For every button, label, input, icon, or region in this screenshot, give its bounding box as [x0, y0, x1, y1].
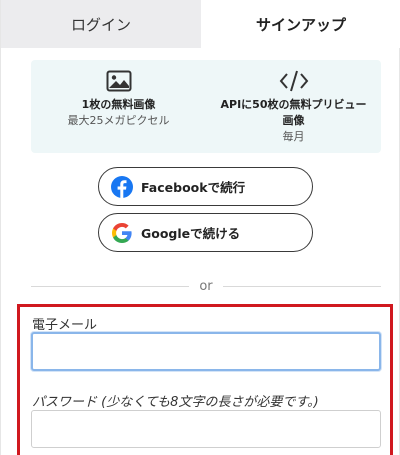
email-label: 電子メール	[32, 318, 98, 333]
google-continue-button[interactable]: Googleで続ける	[98, 213, 313, 252]
facebook-button-label: Facebookで続行	[141, 180, 246, 195]
facebook-icon	[111, 175, 133, 198]
password-label: パスワード (少なくても8文字の長さが必要です。)	[32, 395, 319, 410]
feature-subtitle: 毎月	[282, 130, 305, 143]
code-icon	[279, 68, 309, 94]
tab-signup[interactable]: サインアップ	[201, 0, 400, 48]
or-text: or	[199, 278, 213, 294]
feature-title: 1枚の無料画像	[81, 98, 156, 111]
auth-tabs: ログイン サインアップ	[1, 0, 400, 48]
divider-line-right	[222, 285, 381, 287]
google-button-label: Googleで続ける	[141, 226, 241, 241]
facebook-continue-button[interactable]: Facebookで続行	[98, 167, 313, 206]
google-icon	[111, 222, 133, 244]
signup-panel: ログイン サインアップ 1枚の無料画像 最大25メガピクセル APIに50枚の無…	[0, 0, 400, 455]
tab-login[interactable]: ログイン	[1, 0, 201, 48]
feature-subtitle: 最大25メガピクセル	[67, 114, 170, 127]
feature-title-line2: 画像	[282, 114, 305, 127]
feature-title: APIに50枚の無料プリビュー	[220, 98, 367, 111]
feature-api-previews: APIに50枚の無料プリビュー 画像 毎月	[206, 60, 381, 153]
or-divider: or	[31, 278, 381, 294]
image-icon	[106, 68, 132, 94]
divider-line-left	[31, 285, 190, 287]
password-field[interactable]	[31, 410, 381, 448]
email-field[interactable]	[31, 332, 381, 371]
feature-free-image: 1枚の無料画像 最大25メガピクセル	[31, 60, 206, 153]
features-box: 1枚の無料画像 最大25メガピクセル APIに50枚の無料プリビュー 画像 毎月	[31, 60, 381, 153]
